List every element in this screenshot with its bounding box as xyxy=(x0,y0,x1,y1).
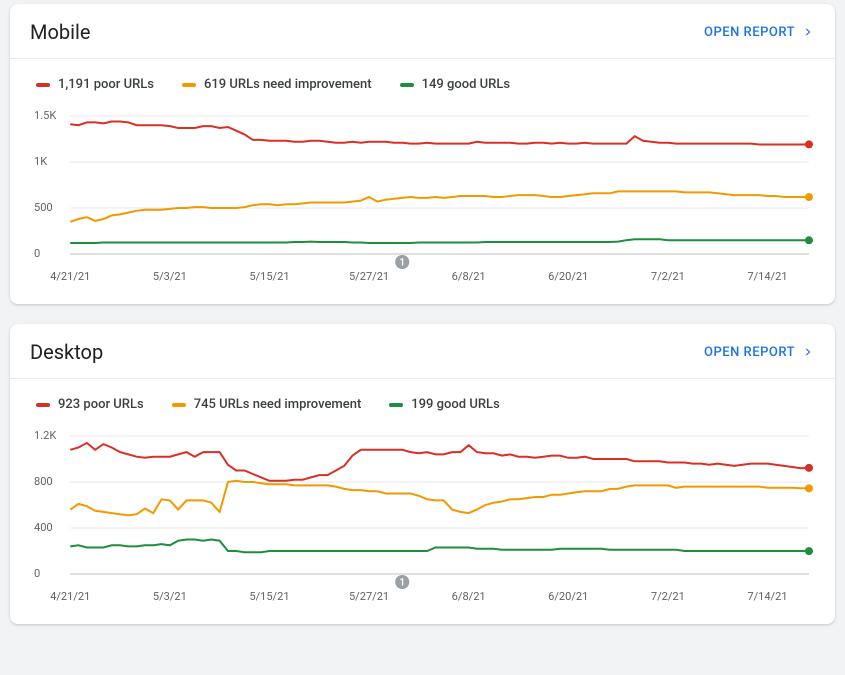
legend-needs: 745 URLs need improvement xyxy=(172,397,362,412)
desktop-legend: 923 poor URLs 745 URLs need improvement … xyxy=(10,379,835,422)
svg-text:1.2K: 1.2K xyxy=(34,429,56,442)
open-report-label: OPEN REPORT xyxy=(704,345,795,360)
open-report-label: OPEN REPORT xyxy=(704,25,795,40)
svg-text:7/14/21: 7/14/21 xyxy=(747,590,787,603)
svg-text:0: 0 xyxy=(34,567,40,580)
svg-text:800: 800 xyxy=(34,475,53,488)
legend-poor-label: 1,191 poor URLs xyxy=(58,77,154,92)
svg-text:6/8/21: 6/8/21 xyxy=(452,270,486,283)
svg-text:4/21/21: 4/21/21 xyxy=(50,270,90,283)
legend-needs: 619 URLs need improvement xyxy=(182,77,372,92)
svg-text:1: 1 xyxy=(399,578,405,589)
legend-poor: 923 poor URLs xyxy=(36,397,144,412)
legend-poor-label: 923 poor URLs xyxy=(58,397,144,412)
mobile-legend: 1,191 poor URLs 619 URLs need improvemen… xyxy=(10,59,835,102)
svg-text:5/15/21: 5/15/21 xyxy=(249,590,289,603)
legend-swatch-needs xyxy=(172,403,186,407)
svg-text:1.5K: 1.5K xyxy=(34,109,56,122)
legend-good: 199 good URLs xyxy=(389,397,499,412)
svg-text:1K: 1K xyxy=(34,155,47,168)
svg-text:6/8/21: 6/8/21 xyxy=(452,590,486,603)
mobile-chart: 0 500 1K 1.5K 4/21/21 5/3/21 5/15/21 5/27/21 6/8… xyxy=(10,102,835,304)
svg-text:5/27/21: 5/27/21 xyxy=(349,270,389,283)
legend-good: 149 good URLs xyxy=(400,77,510,92)
desktop-open-report-link[interactable]: OPEN REPORT xyxy=(704,345,815,360)
legend-good-label: 199 good URLs xyxy=(411,397,499,412)
svg-text:7/2/21: 7/2/21 xyxy=(651,590,685,603)
chevron-right-icon xyxy=(801,345,815,359)
mobile-open-report-link[interactable]: OPEN REPORT xyxy=(704,25,815,40)
desktop-title: Desktop xyxy=(30,340,103,364)
legend-swatch-poor xyxy=(36,83,50,87)
svg-text:400: 400 xyxy=(34,521,53,534)
mobile-card: Mobile OPEN REPORT 1,191 poor URLs 619 U… xyxy=(10,4,835,304)
svg-text:1: 1 xyxy=(399,258,405,269)
legend-swatch-good xyxy=(389,403,403,407)
svg-text:4/21/21: 4/21/21 xyxy=(50,590,90,603)
svg-text:6/20/21: 6/20/21 xyxy=(548,590,588,603)
svg-text:500: 500 xyxy=(34,201,53,214)
mobile-card-header: Mobile OPEN REPORT xyxy=(10,4,835,59)
svg-text:7/14/21: 7/14/21 xyxy=(747,270,787,283)
legend-swatch-poor xyxy=(36,403,50,407)
desktop-card-header: Desktop OPEN REPORT xyxy=(10,324,835,379)
svg-text:5/3/21: 5/3/21 xyxy=(153,270,187,283)
desktop-chart: 0 400 800 1.2K 4/21/21 5/3/21 5/15/21 5/27/21 6/… xyxy=(10,422,835,624)
svg-text:5/15/21: 5/15/21 xyxy=(249,270,289,283)
svg-text:5/27/21: 5/27/21 xyxy=(349,590,389,603)
legend-needs-label: 619 URLs need improvement xyxy=(204,77,372,92)
legend-swatch-needs xyxy=(182,83,196,87)
svg-text:5/3/21: 5/3/21 xyxy=(153,590,187,603)
legend-poor: 1,191 poor URLs xyxy=(36,77,154,92)
chevron-right-icon xyxy=(801,25,815,39)
legend-swatch-good xyxy=(400,83,414,87)
mobile-title: Mobile xyxy=(30,20,90,44)
svg-text:0: 0 xyxy=(34,247,40,260)
svg-text:6/20/21: 6/20/21 xyxy=(548,270,588,283)
legend-needs-label: 745 URLs need improvement xyxy=(194,397,362,412)
svg-text:7/2/21: 7/2/21 xyxy=(651,270,685,283)
legend-good-label: 149 good URLs xyxy=(422,77,510,92)
desktop-card: Desktop OPEN REPORT 923 poor URLs 745 UR… xyxy=(10,324,835,624)
